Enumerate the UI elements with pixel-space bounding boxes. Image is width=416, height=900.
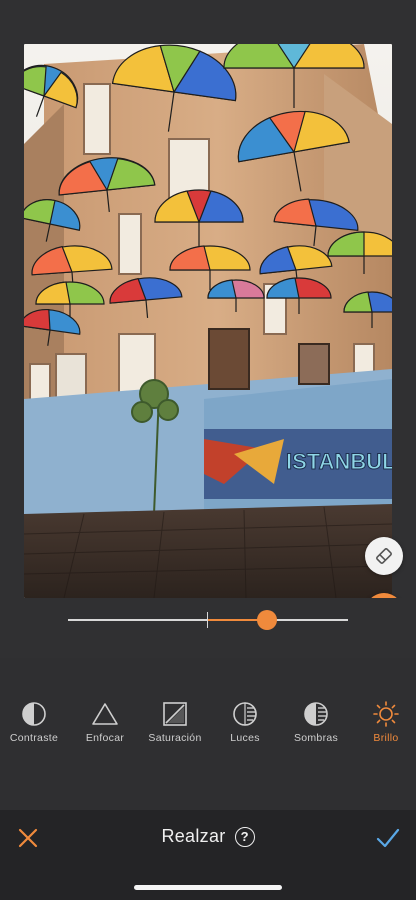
tool-bar: Contraste Enfocar Saturación Luces Sombr…	[0, 700, 416, 760]
slider-center-mark	[207, 612, 208, 628]
eraser-icon	[376, 548, 392, 564]
bottom-bar: Realzar ?	[0, 810, 416, 900]
checkmark-icon	[376, 828, 400, 848]
photo-signage-text: ISTANBUL	[286, 449, 392, 474]
tool-sombras[interactable]: Sombras	[277, 700, 355, 744]
screen-title: Realzar	[161, 826, 226, 846]
tool-label: Contraste	[9, 732, 59, 744]
tool-brillo[interactable]: Brillo	[347, 700, 416, 744]
canvas-area: ISTANBUL	[0, 44, 416, 631]
saturation-icon	[161, 700, 189, 728]
edited-photo[interactable]: ISTANBUL	[24, 44, 392, 598]
sharpen-triangle-icon	[91, 700, 119, 728]
slider-thumb[interactable]	[256, 610, 277, 630]
adjustment-slider-area	[0, 598, 416, 658]
photo-scene: ISTANBUL	[24, 44, 392, 598]
contrast-icon	[20, 700, 48, 728]
tool-label: Brillo	[373, 732, 399, 744]
tool-label: Sombras	[293, 732, 339, 744]
eraser-button[interactable]	[365, 537, 403, 575]
tool-luces[interactable]: Luces	[206, 700, 284, 744]
help-icon[interactable]: ?	[234, 826, 255, 847]
highlights-icon	[231, 700, 259, 728]
tool-label: Saturación	[148, 732, 202, 744]
brightness-sun-icon	[372, 700, 400, 728]
tool-label: Enfocar	[85, 732, 125, 744]
adjustment-slider[interactable]	[68, 610, 348, 630]
tool-contraste[interactable]: Contraste	[0, 700, 73, 744]
tool-enfocar[interactable]: Enfocar	[66, 700, 144, 744]
confirm-button[interactable]	[375, 826, 401, 850]
tool-saturacion[interactable]: Saturación	[136, 700, 214, 744]
screen-title-group: Realzar ?	[0, 826, 416, 847]
status-bar	[0, 0, 416, 44]
home-indicator	[134, 885, 282, 890]
tool-label: Luces	[230, 732, 260, 744]
shadows-icon	[302, 700, 330, 728]
